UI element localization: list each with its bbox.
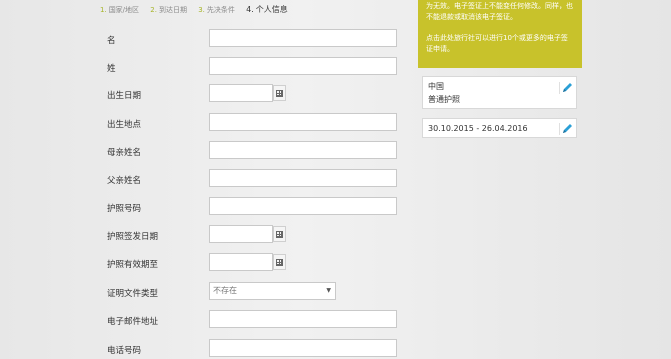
country-text: 中国	[428, 82, 444, 91]
date-range-card: 30.10.2015 - 26.04.2016	[422, 118, 577, 138]
mother-name-label: 母亲姓名	[107, 148, 142, 158]
phone-field[interactable]	[209, 339, 397, 357]
step-personal-info: 4. 个人信息	[246, 5, 288, 14]
info-notice: 为无效。电子签证上不能变任何修改。同样，也不能退款或取消该电子签证。 点击此处旅…	[418, 0, 582, 68]
phone-row: 电话号码	[0, 339, 671, 359]
doc-type-row: 证明文件类型 不存在 ▼	[0, 282, 671, 302]
mother-name-row: 母亲姓名	[0, 141, 671, 161]
birth-date-field[interactable]	[209, 84, 273, 102]
calendar-icon[interactable]	[273, 226, 286, 242]
passport-number-label: 护照号码	[107, 204, 142, 214]
notice-link-text[interactable]: 点击此处旅行社可以进行10个或更多的电子签证申请。	[426, 33, 574, 55]
doc-type-value: 不存在	[213, 286, 237, 295]
step-country: 1. 国家/地区	[100, 6, 140, 14]
calendar-icon[interactable]	[273, 254, 286, 270]
email-label: 电子邮件地址	[107, 317, 159, 327]
passport-type-text: 普通护照	[428, 95, 460, 104]
first-name-label: 名	[107, 36, 116, 46]
passport-number-field[interactable]	[209, 197, 397, 215]
step-arrival-date: 2. 到达日期	[150, 6, 187, 14]
email-field[interactable]	[209, 310, 397, 328]
notice-text: 为无效。电子签证上不能变任何修改。同样，也不能退款或取消该电子签证。	[426, 2, 573, 21]
passport-issue-row: 护照签发日期	[0, 225, 671, 245]
birth-place-field[interactable]	[209, 113, 397, 131]
last-name-field[interactable]	[209, 57, 397, 75]
birth-place-label: 出生地点	[107, 120, 142, 130]
date-range-text: 30.10.2015 - 26.04.2016	[428, 124, 528, 133]
phone-label: 电话号码	[107, 346, 142, 356]
country-passport-card: 中国 普通护照	[422, 76, 577, 109]
passport-expiry-field[interactable]	[209, 253, 273, 271]
doc-type-label: 证明文件类型	[107, 289, 159, 299]
chevron-down-icon: ▼	[326, 287, 331, 294]
doc-type-select[interactable]: 不存在 ▼	[209, 282, 336, 300]
calendar-icon[interactable]	[273, 85, 286, 101]
mother-name-field[interactable]	[209, 141, 397, 159]
pencil-icon[interactable]	[559, 82, 572, 94]
passport-number-row: 护照号码	[0, 197, 671, 217]
progress-steps: 1. 国家/地区 2. 到达日期 3. 先决条件 4. 个人信息	[100, 4, 297, 18]
passport-expiry-row: 护照有效期至	[0, 253, 671, 273]
step-prerequisites: 3. 先决条件	[198, 6, 235, 14]
passport-expiry-label: 护照有效期至	[107, 260, 159, 270]
pencil-icon[interactable]	[559, 123, 572, 135]
father-name-row: 父亲姓名	[0, 169, 671, 189]
passport-issue-field[interactable]	[209, 225, 273, 243]
passport-issue-label: 护照签发日期	[107, 232, 159, 242]
birth-date-label: 出生日期	[107, 91, 142, 101]
father-name-field[interactable]	[209, 169, 397, 187]
father-name-label: 父亲姓名	[107, 176, 142, 186]
first-name-field[interactable]	[209, 29, 397, 47]
last-name-label: 姓	[107, 64, 116, 74]
email-row: 电子邮件地址	[0, 310, 671, 330]
